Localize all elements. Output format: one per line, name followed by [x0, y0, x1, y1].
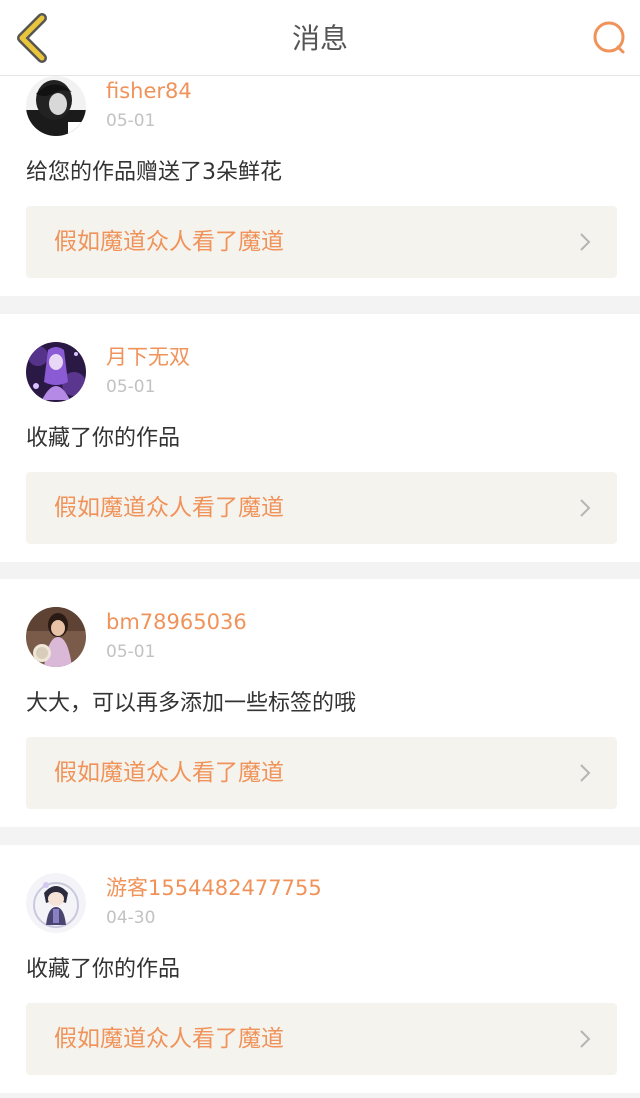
work-link[interactable]: 假如魔道众人看了魔道 — [26, 472, 617, 544]
avatar[interactable] — [26, 342, 86, 402]
search-icon — [593, 21, 625, 54]
work-link[interactable]: 假如魔道众人看了魔道 — [26, 206, 617, 278]
page-title: 消息 — [291, 22, 348, 55]
message-text: 大大，可以再多添加一些标签的哦 — [26, 691, 357, 716]
work-title: 假如魔道众人看了魔道 — [54, 229, 284, 255]
work-title: 假如魔道众人看了魔道 — [54, 760, 284, 786]
message-card: bm78965036 05-01 大大，可以再多添加一些标签的哦 假如魔道众人看… — [0, 579, 640, 827]
avatar[interactable] — [26, 76, 86, 136]
chibi-anime-avatar-icon — [26, 873, 86, 933]
message-date: 05-01 — [106, 642, 156, 662]
purple-anime-avatar-icon — [26, 342, 86, 402]
message-date: 05-01 — [106, 377, 156, 397]
work-link[interactable]: 假如魔道众人看了魔道 — [26, 1003, 617, 1075]
chevron-right-icon — [580, 499, 591, 517]
work-title: 假如魔道众人看了魔道 — [54, 1026, 284, 1052]
username[interactable]: 游客1554482477755 — [106, 875, 322, 901]
top-bar: 消息 — [0, 0, 640, 76]
chevron-right-icon — [580, 764, 591, 782]
work-link[interactable]: 假如魔道众人看了魔道 — [26, 737, 617, 809]
message-text: 收藏了你的作品 — [26, 957, 181, 982]
username[interactable]: fisher84 — [106, 78, 192, 104]
message-text: 给您的作品赠送了3朵鲜花 — [26, 160, 282, 185]
message-card: fisher84 05-01 给您的作品赠送了3朵鲜花 假如魔道众人看了魔道 — [0, 48, 640, 296]
username[interactable]: bm78965036 — [106, 609, 247, 635]
chevron-right-icon — [580, 233, 591, 251]
avatar[interactable] — [26, 873, 86, 933]
search-button[interactable] — [590, 18, 630, 58]
message-card: 月下无双 05-01 收藏了你的作品 假如魔道众人看了魔道 — [0, 314, 640, 562]
work-title: 假如魔道众人看了魔道 — [54, 495, 284, 521]
message-date: 05-01 — [106, 111, 156, 131]
message-text: 收藏了你的作品 — [26, 426, 181, 451]
woman-qipao-avatar-icon — [26, 607, 86, 667]
dark-portrait-avatar-icon — [26, 76, 86, 136]
message-card: 游客1554482477755 04-30 收藏了你的作品 假如魔道众人看了魔道 — [0, 845, 640, 1093]
chevron-right-icon — [580, 1030, 591, 1048]
avatar[interactable] — [26, 607, 86, 667]
message-date: 04-30 — [106, 908, 156, 928]
username[interactable]: 月下无双 — [106, 344, 190, 370]
